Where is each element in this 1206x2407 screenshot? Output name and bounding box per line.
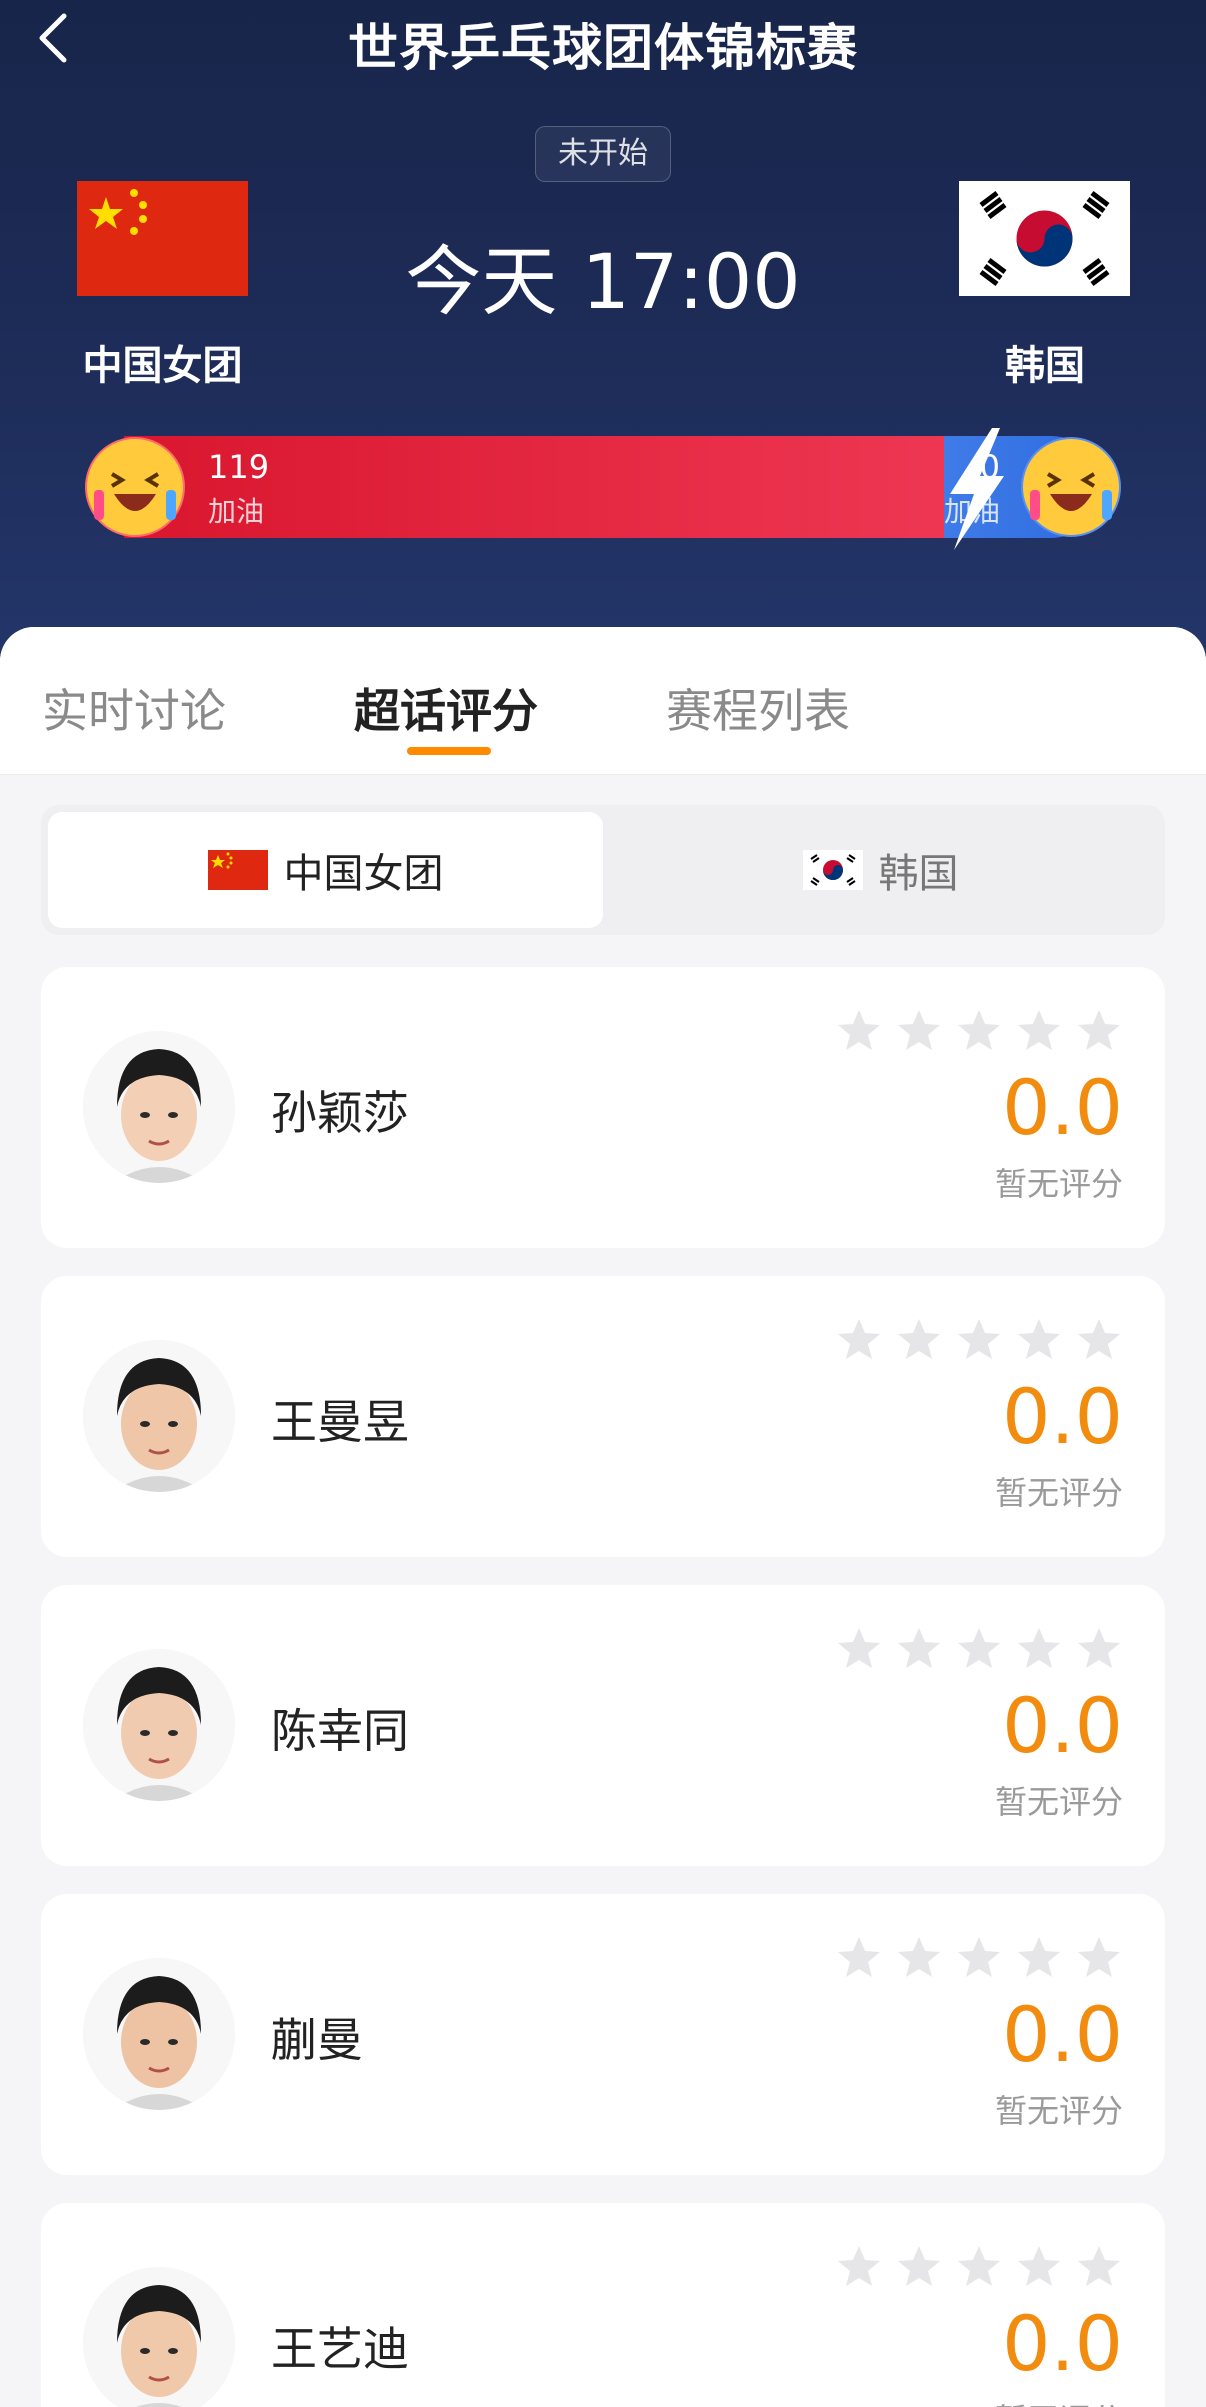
player-avatar: [83, 1958, 235, 2110]
cheer-emoji-away-icon[interactable]: [1020, 436, 1122, 538]
star-icon[interactable]: [835, 1316, 883, 1364]
star-icon[interactable]: [955, 1625, 1003, 1673]
star-icon[interactable]: [895, 1316, 943, 1364]
rating-stars[interactable]: [835, 1934, 1123, 1982]
rating-stars[interactable]: [835, 1316, 1123, 1364]
star-icon[interactable]: [1075, 2243, 1123, 2291]
team-toggle: 中国女团 韩国: [41, 805, 1165, 935]
match-status-badge: 未开始: [535, 126, 671, 182]
player-avatar: [83, 1649, 235, 1801]
star-icon[interactable]: [1015, 1625, 1063, 1673]
star-icon[interactable]: [955, 2243, 1003, 2291]
score-note: 暂无评分: [994, 1474, 1123, 1512]
star-icon[interactable]: [835, 1934, 883, 1982]
star-icon[interactable]: [895, 2243, 943, 2291]
score-note: 暂无评分: [994, 2092, 1123, 2130]
away-support-count: 0: [979, 448, 1000, 486]
star-icon[interactable]: [895, 1007, 943, 1055]
score-note: 暂无评分: [994, 1165, 1123, 1203]
korea-flag-icon: [802, 850, 863, 890]
star-icon[interactable]: [1015, 2243, 1063, 2291]
star-icon[interactable]: [835, 1007, 883, 1055]
player-card[interactable]: 孙颖莎 0.0 暂无评分: [41, 967, 1165, 1248]
tab-schedule[interactable]: 赛程列表: [666, 675, 850, 741]
home-support-count: 119: [208, 448, 270, 486]
player-card[interactable]: 陈幸同 0.0 暂无评分: [41, 1585, 1165, 1866]
match-time: 今天 17:00: [405, 237, 801, 326]
tab-ratings[interactable]: 超话评分: [354, 675, 538, 741]
support-bar: 119 加油 0 加油: [84, 428, 1122, 550]
player-card[interactable]: 蒯曼 0.0 暂无评分: [41, 1894, 1165, 2175]
player-score: 0.0: [1002, 1063, 1123, 1152]
team-option-korea-label: 韩国: [878, 851, 959, 897]
player-score: 0.0: [1002, 1681, 1123, 1770]
star-icon[interactable]: [955, 1316, 1003, 1364]
star-icon[interactable]: [955, 1007, 1003, 1055]
star-icon[interactable]: [1075, 1007, 1123, 1055]
china-flag-icon: [207, 850, 268, 890]
team-option-china-label: 中国女团: [283, 851, 444, 897]
score-note: 暂无评分: [995, 2395, 1123, 2407]
rating-stars[interactable]: [835, 1625, 1123, 1673]
page-title: 世界乒乓球团体锦标赛: [348, 19, 858, 77]
player-card[interactable]: 王艺迪 0.0 暂无评分: [41, 2203, 1165, 2407]
away-team-name: 韩国: [1005, 343, 1085, 389]
tab-bar: 实时讨论 超话评分 赛程列表: [0, 627, 1206, 775]
rating-stars[interactable]: [835, 1007, 1123, 1055]
content-panel: 实时讨论 超话评分 赛程列表 中国女团 韩国 孙颖莎 0.0 暂无评分 王曼昱 …: [0, 627, 1206, 2407]
star-icon[interactable]: [1015, 1007, 1063, 1055]
player-name: 蒯曼: [271, 2013, 363, 2067]
player-avatar: [83, 1031, 235, 1183]
star-icon[interactable]: [1015, 1316, 1063, 1364]
rating-stars[interactable]: [835, 2243, 1123, 2291]
star-icon[interactable]: [895, 1934, 943, 1982]
team-option-china[interactable]: 中国女团: [48, 812, 603, 928]
star-icon[interactable]: [1075, 1316, 1123, 1364]
star-icon[interactable]: [1075, 1625, 1123, 1673]
star-icon[interactable]: [1015, 1934, 1063, 1982]
star-icon[interactable]: [835, 1625, 883, 1673]
cheer-emoji-home-icon[interactable]: [84, 436, 186, 538]
star-icon[interactable]: [895, 1625, 943, 1673]
star-icon[interactable]: [1075, 1934, 1123, 1982]
home-cheer-label: 加油: [208, 495, 265, 528]
lightning-icon: [950, 428, 1004, 550]
tab-live-discussion[interactable]: 实时讨论: [42, 675, 226, 741]
player-avatar: [83, 2267, 235, 2407]
away-cheer-label: 加油: [943, 495, 1000, 528]
player-score: 0.0: [1002, 1990, 1123, 2079]
player-name: 王艺迪: [271, 2322, 409, 2376]
active-tab-indicator: [407, 747, 491, 755]
player-score: 0.0: [1002, 2299, 1123, 2388]
score-note: 暂无评分: [994, 1783, 1123, 1821]
player-avatar: [83, 1340, 235, 1492]
star-icon[interactable]: [835, 2243, 883, 2291]
player-name: 陈幸同: [271, 1704, 409, 1758]
korea-flag-icon: [959, 181, 1130, 296]
player-name: 王曼昱: [271, 1395, 409, 1449]
team-option-korea[interactable]: 韩国: [603, 812, 1158, 928]
home-team-name: 中国女团: [82, 343, 243, 389]
player-card[interactable]: 王曼昱 0.0 暂无评分: [41, 1276, 1165, 1557]
star-icon[interactable]: [955, 1934, 1003, 1982]
match-header: 世界乒乓球团体锦标赛 未开始 今天 17:00 中国女团 韩国 119 加油 0…: [0, 0, 1206, 660]
player-score: 0.0: [1002, 1372, 1123, 1461]
china-flag-icon: [77, 181, 248, 296]
player-name: 孙颖莎: [271, 1086, 409, 1140]
